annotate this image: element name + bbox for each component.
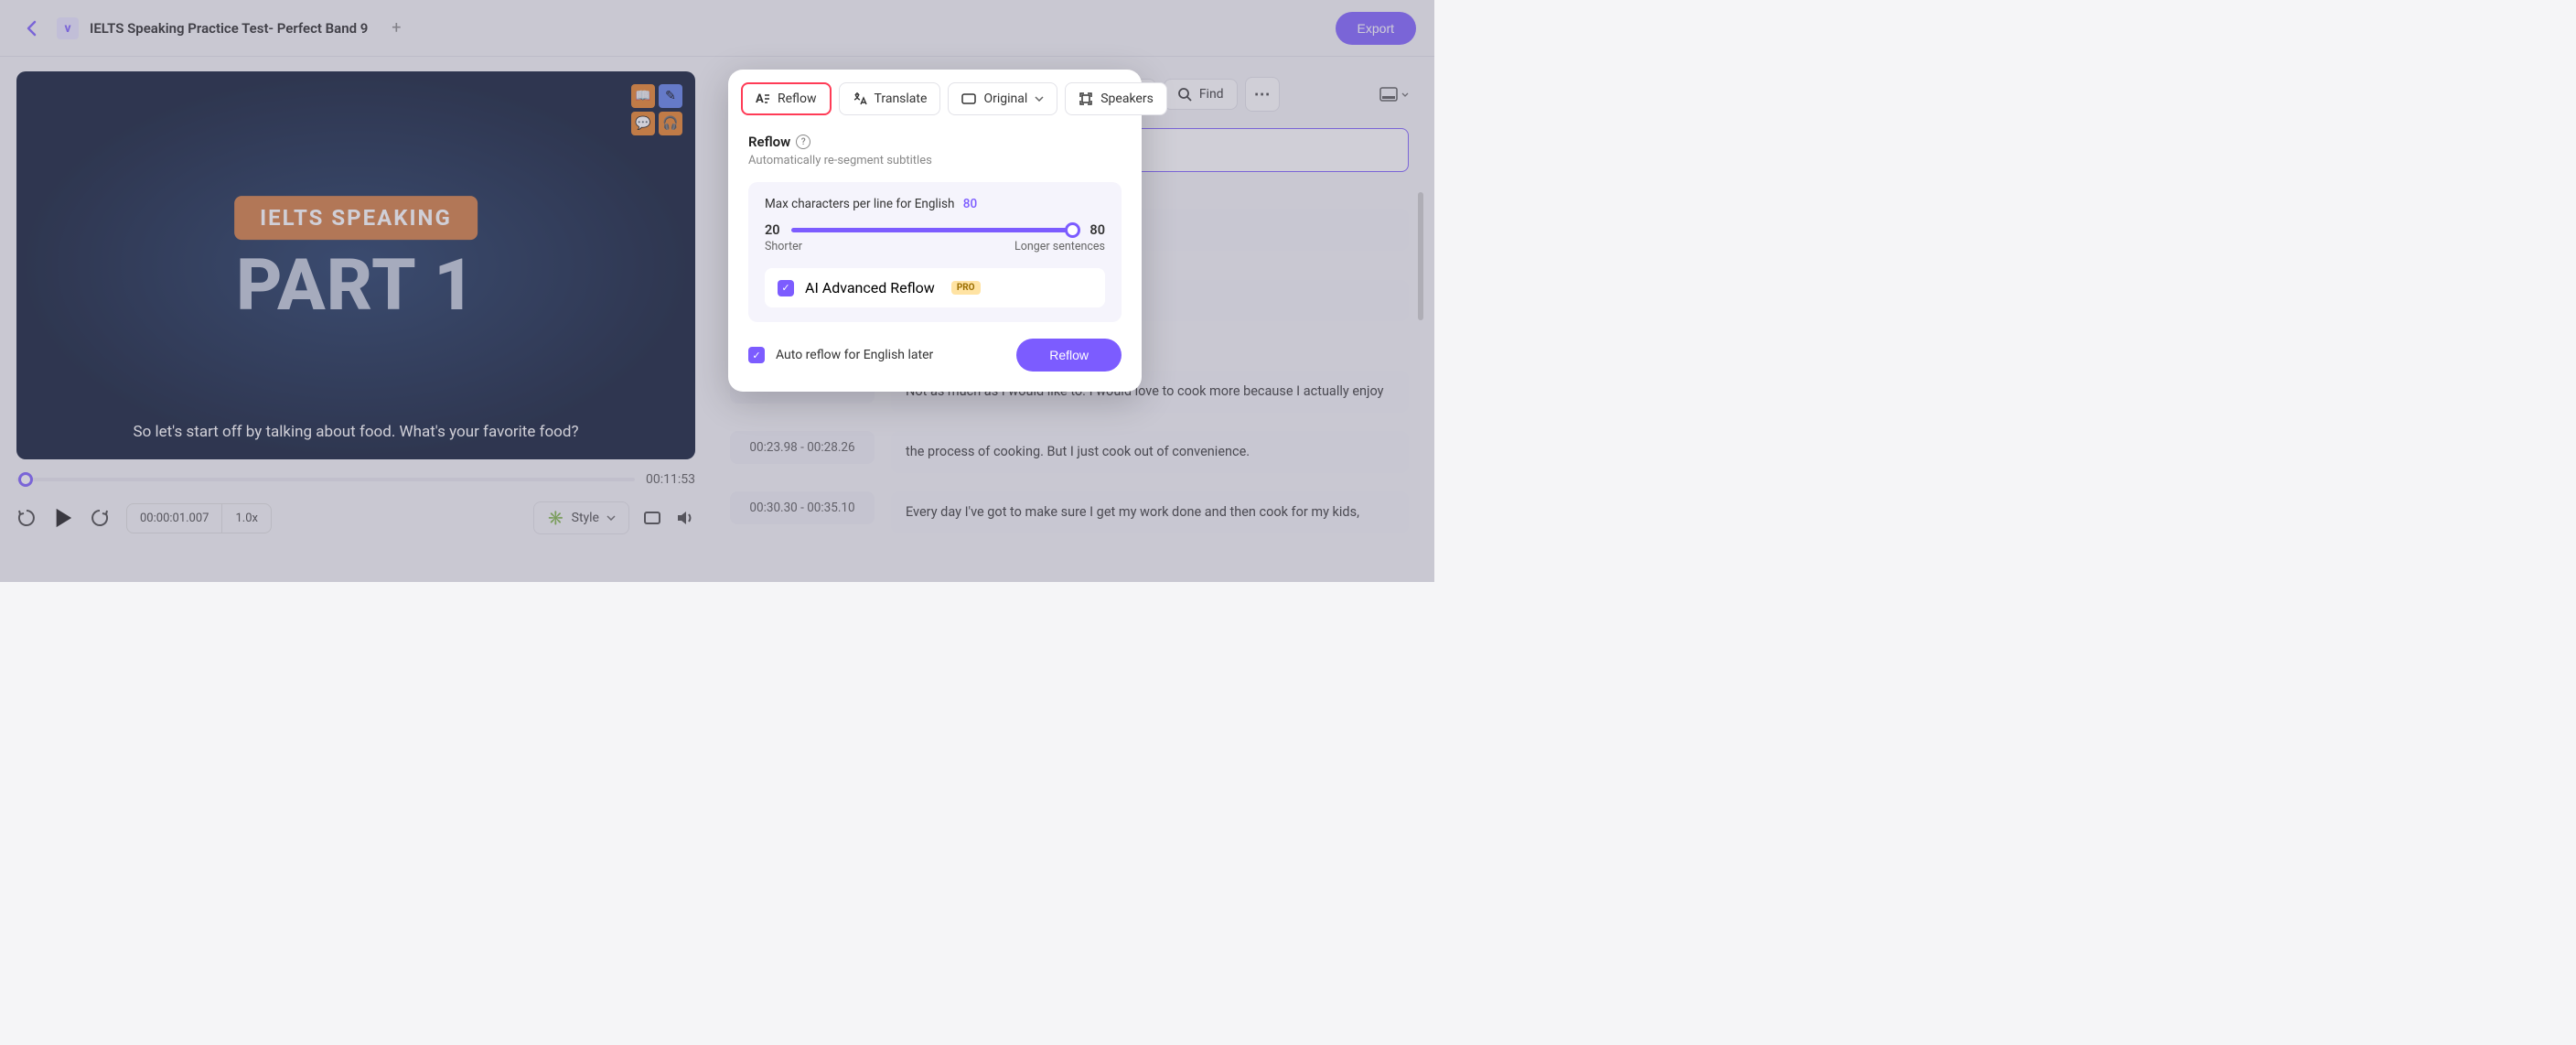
popover-reflow-tab-label: Reflow xyxy=(778,92,817,106)
project-title[interactable]: IELTS Speaking Practice Test- Perfect Ba… xyxy=(90,20,368,37)
forward-icon xyxy=(91,509,109,527)
app-logo: v xyxy=(57,17,79,39)
video-pill: IELTS SPEAKING xyxy=(234,196,478,240)
slider-thumb[interactable] xyxy=(1065,222,1080,238)
slider-current-value: 80 xyxy=(963,197,977,211)
video-title-overlay: IELTS SPEAKING PART 1 xyxy=(234,196,478,322)
forward-button[interactable] xyxy=(90,508,110,528)
caption-view-icon xyxy=(1379,87,1398,102)
reflow-icon: A xyxy=(756,92,770,105)
svg-text:A: A xyxy=(756,92,764,105)
style-flower-icon: ✳️ xyxy=(547,510,564,526)
help-icon[interactable]: ? xyxy=(796,135,810,149)
timeline-track[interactable] xyxy=(16,478,635,481)
header: v IELTS Speaking Practice Test- Perfect … xyxy=(0,0,1434,57)
ai-reflow-label: AI Advanced Reflow xyxy=(805,279,935,296)
rewind-button[interactable] xyxy=(16,508,37,528)
caption-view-toggle[interactable] xyxy=(1379,87,1409,102)
slider-min-label: Shorter xyxy=(765,240,802,253)
rewind-icon xyxy=(17,509,36,527)
popover-translate-tab-label: Translate xyxy=(875,92,928,106)
playback-speed-value[interactable]: 1.0x xyxy=(222,504,271,533)
current-time-value[interactable]: 00:00:01.007 xyxy=(127,504,222,533)
more-button[interactable]: ⋯ xyxy=(1245,77,1280,112)
video-panel: 📖 ✎ 💬 🎧 IELTS SPEAKING PART 1 So let's s… xyxy=(0,57,712,582)
reflow-submit-button[interactable]: Reflow xyxy=(1016,339,1122,372)
slider-min-value: 20 xyxy=(765,222,780,238)
popover-body: Reflow ? Automatically re-segment subtit… xyxy=(728,124,1142,322)
more-icon: ⋯ xyxy=(1254,85,1271,104)
ai-reflow-checkbox[interactable]: ✓ xyxy=(778,280,794,296)
timeline-thumb[interactable] xyxy=(18,472,33,487)
subtitle-text[interactable]: the process of cooking. But I just cook … xyxy=(891,431,1409,473)
slider-track[interactable] xyxy=(791,228,1079,232)
find-button[interactable]: Find xyxy=(1164,79,1238,110)
video-subtitle-overlay: So let's start off by talking about food… xyxy=(16,423,695,441)
scrollbar[interactable] xyxy=(1418,192,1423,320)
find-button-label: Find xyxy=(1199,87,1224,102)
subtitle-row[interactable]: 00:23.98 - 00:28.26 the process of cooki… xyxy=(730,431,1409,473)
auto-reflow-label: Auto reflow for English later xyxy=(776,348,933,362)
popover-toolbar: A Reflow Translate Original Speakers xyxy=(728,70,1142,124)
chevron-down-icon xyxy=(606,515,616,521)
video-badge-pen-icon: ✎ xyxy=(659,84,682,108)
subtitle-timestamp[interactable]: 00:23.98 - 00:28.26 xyxy=(730,431,875,464)
popover-title-row: Reflow ? xyxy=(748,134,1122,150)
fullscreen-icon xyxy=(643,509,661,527)
chevron-down-icon xyxy=(1401,92,1409,97)
popover-original-tab[interactable]: Original xyxy=(948,82,1057,115)
pro-badge: PRO xyxy=(951,281,981,295)
volume-button[interactable] xyxy=(675,508,695,528)
main-layout: 📖 ✎ 💬 🎧 IELTS SPEAKING PART 1 So let's s… xyxy=(0,57,1434,582)
video-badge-chat-icon: 💬 xyxy=(631,112,655,135)
popover-title: Reflow xyxy=(748,134,790,150)
reflow-popover: A Reflow Translate Original Speakers Ref… xyxy=(728,70,1142,392)
search-icon xyxy=(1177,87,1192,102)
popover-reflow-tab[interactable]: A Reflow xyxy=(741,82,832,115)
play-icon xyxy=(53,506,73,530)
right-controls: ✳️ Style xyxy=(533,501,695,534)
speakers-icon xyxy=(1079,92,1093,106)
slider-card: Max characters per line for English 80 2… xyxy=(748,182,1122,322)
popover-bottom-row: ✓ Auto reflow for English later Reflow xyxy=(728,322,1142,372)
subtitle-row[interactable]: 00:30.30 - 00:35.10 Every day I've got t… xyxy=(730,491,1409,533)
volume-icon xyxy=(675,508,695,528)
chevron-left-icon xyxy=(26,20,37,37)
style-button[interactable]: ✳️ Style xyxy=(533,501,629,534)
timeline-duration: 00:11:53 xyxy=(646,472,695,487)
popover-original-tab-label: Original xyxy=(983,92,1027,106)
popover-translate-tab[interactable]: Translate xyxy=(839,82,941,115)
video-preview[interactable]: 📖 ✎ 💬 🎧 IELTS SPEAKING PART 1 So let's s… xyxy=(16,71,695,459)
slider-max-label: Longer sentences xyxy=(1014,240,1105,253)
slider-max-value: 80 xyxy=(1089,222,1105,238)
add-button[interactable]: + xyxy=(386,18,406,38)
slider-end-labels: Shorter Longer sentences xyxy=(765,240,1105,253)
slider-row: 20 80 xyxy=(765,222,1105,238)
back-button[interactable] xyxy=(18,16,44,41)
subtitle-timestamp[interactable]: 00:30.30 - 00:35.10 xyxy=(730,491,875,524)
video-badge-headphones-icon: 🎧 xyxy=(659,112,682,135)
play-button[interactable] xyxy=(53,508,73,528)
timeline: 00:11:53 xyxy=(16,472,695,487)
popover-subtitle: Automatically re-segment subtitles xyxy=(748,154,1122,167)
video-badge-book-icon: 📖 xyxy=(631,84,655,108)
popover-speakers-tab-label: Speakers xyxy=(1100,92,1154,106)
fullscreen-button[interactable] xyxy=(642,508,662,528)
slider-label: Max characters per line for English 80 xyxy=(765,197,1105,211)
style-button-label: Style xyxy=(572,511,599,525)
chevron-down-icon xyxy=(1035,96,1044,102)
ai-reflow-row: ✓ AI Advanced Reflow PRO xyxy=(765,268,1105,307)
video-badge-grid: 📖 ✎ 💬 🎧 xyxy=(631,84,682,135)
popover-speakers-tab[interactable]: Speakers xyxy=(1065,82,1167,115)
video-part-text: PART 1 xyxy=(234,251,478,322)
timecode-box: 00:00:01.007 1.0x xyxy=(126,503,272,533)
player-controls: 00:00:01.007 1.0x ✳️ Style xyxy=(16,501,695,534)
cc-icon xyxy=(961,93,976,104)
translate-icon xyxy=(853,92,867,106)
auto-reflow-checkbox[interactable]: ✓ xyxy=(748,347,765,363)
export-button[interactable]: Export xyxy=(1336,12,1416,45)
subtitle-text[interactable]: Every day I've got to make sure I get my… xyxy=(891,491,1409,533)
